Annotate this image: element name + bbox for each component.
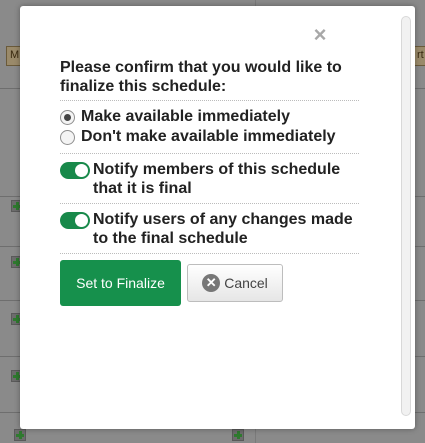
finalize-schedule-dialog: × Please confirm that you would like to … <box>20 6 415 429</box>
add-icon <box>232 429 244 441</box>
toggle-label: Notify users of any changes made to the … <box>93 211 353 247</box>
dialog-scrollbar[interactable] <box>401 16 411 416</box>
set-to-finalize-button[interactable]: Set to Finalize <box>60 260 181 306</box>
radio-make-available[interactable]: Make available immediately <box>60 107 360 127</box>
notify-users-toggle-row[interactable]: Notify users of any changes made to the … <box>60 210 360 248</box>
toggle-label: Notify members of this schedule that it … <box>93 161 341 197</box>
cancel-label: Cancel <box>224 275 268 291</box>
close-icon[interactable]: × <box>311 24 329 46</box>
cancel-icon: ✕ <box>202 274 221 292</box>
dialog-content: Please confirm that you would like to fi… <box>60 58 360 306</box>
divider <box>60 153 359 154</box>
divider <box>60 100 359 101</box>
radio-unselected-icon[interactable] <box>60 129 75 145</box>
confirm-prompt: Please confirm that you would like to fi… <box>60 59 342 95</box>
add-icon <box>14 429 26 441</box>
radio-selected-icon[interactable] <box>60 109 75 125</box>
dialog-actions: Set to Finalize ✕ Cancel <box>60 260 360 306</box>
toggle-switch-on[interactable] <box>60 212 90 229</box>
radio-label: Make available immediately <box>81 108 290 125</box>
divider <box>60 253 359 254</box>
radio-dont-make-available[interactable]: Don't make available immediately <box>60 127 360 147</box>
notify-members-toggle-row[interactable]: Notify members of this schedule that it … <box>60 160 360 198</box>
toggle-switch-on[interactable] <box>60 162 90 179</box>
radio-label: Don't make available immediately <box>81 128 336 145</box>
divider <box>60 203 359 204</box>
cancel-button[interactable]: ✕ Cancel <box>187 264 283 302</box>
